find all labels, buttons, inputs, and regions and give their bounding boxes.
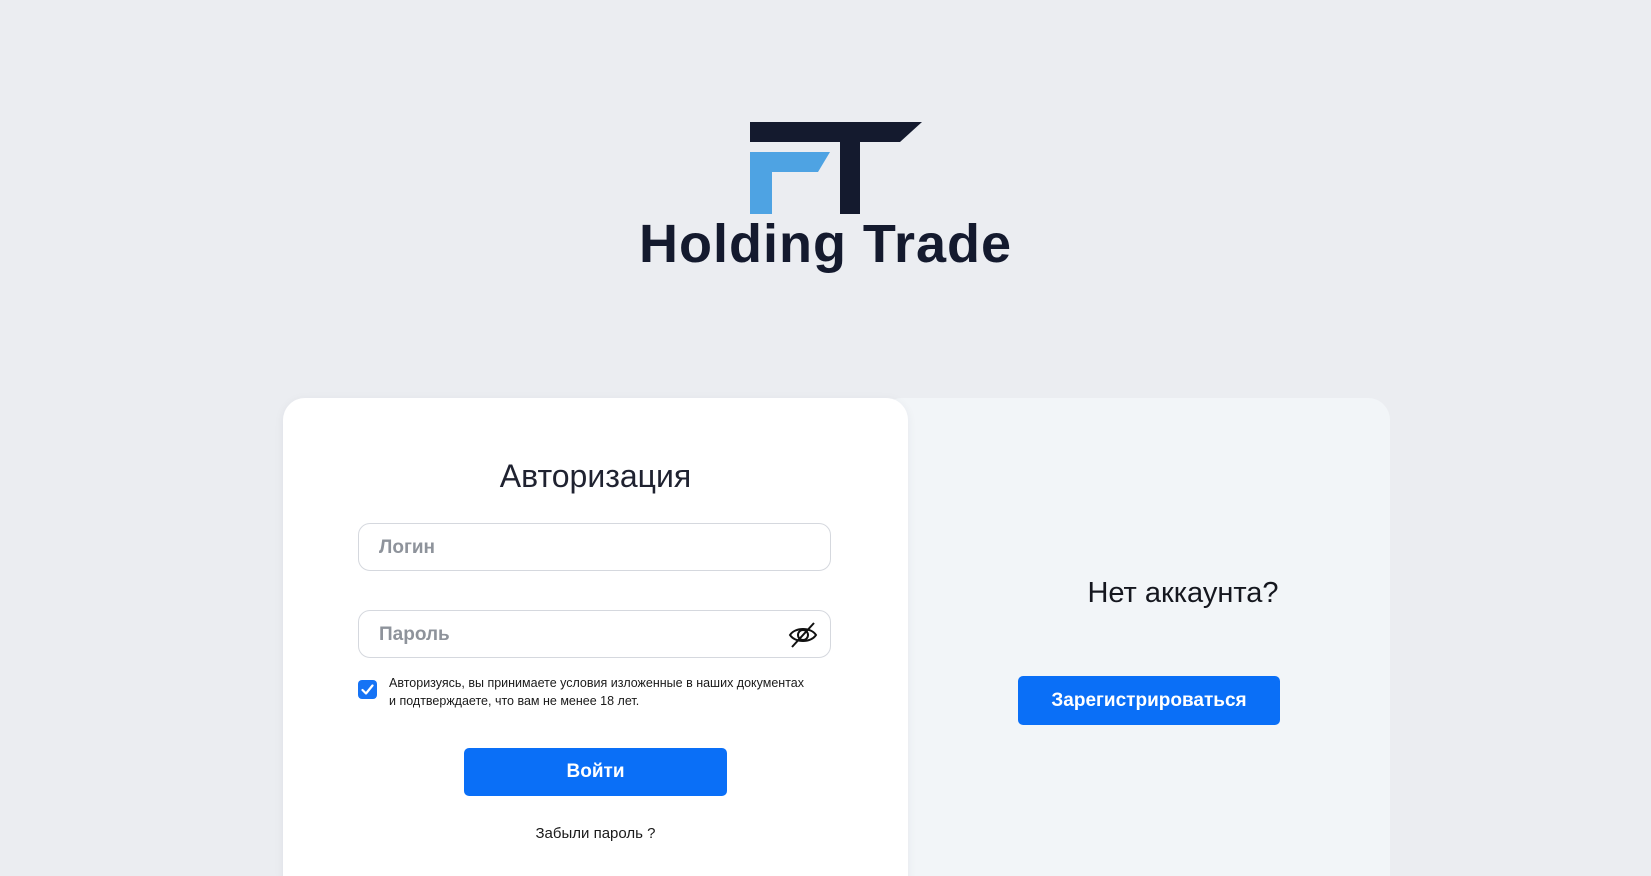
login-field[interactable] [358,523,831,572]
page-title: Авторизация [499,458,692,494]
password-input[interactable] [377,611,781,659]
no-account-prompt: Нет аккаунта? [1087,577,1279,609]
ht-logo-mark-icon [750,122,922,214]
forgot-password-link[interactable]: Забыли пароль ? [283,825,908,842]
register-button[interactable]: Зарегистрироваться [1018,676,1280,725]
consent-checkbox[interactable] [358,680,377,699]
consent-row: Авторизуясь, вы принимаете условия излож… [358,674,831,714]
brand-name: Holding Trade [638,214,1013,274]
password-field[interactable] [358,610,831,659]
login-panel: Авторизация Авторизуясь, вы принимаете у… [283,398,908,876]
consent-text: Авторизуясь, вы принимаете условия излож… [389,674,829,710]
eye-off-icon[interactable] [788,621,818,649]
brand-logo: Holding Trade [0,0,1651,300]
register-panel: Нет аккаунта? Зарегистрироваться [880,398,1390,876]
consent-text-line-2: и подтверждаете, что вам не менее 18 лет… [389,694,640,708]
checkmark-icon [361,684,374,695]
login-page: Holding Trade Нет аккаунта? Зарегистриро… [0,0,1651,876]
login-input[interactable] [377,524,781,572]
consent-text-line-1: Авторизуясь, вы принимаете условия излож… [389,676,804,690]
login-button[interactable]: Войти [464,748,727,796]
